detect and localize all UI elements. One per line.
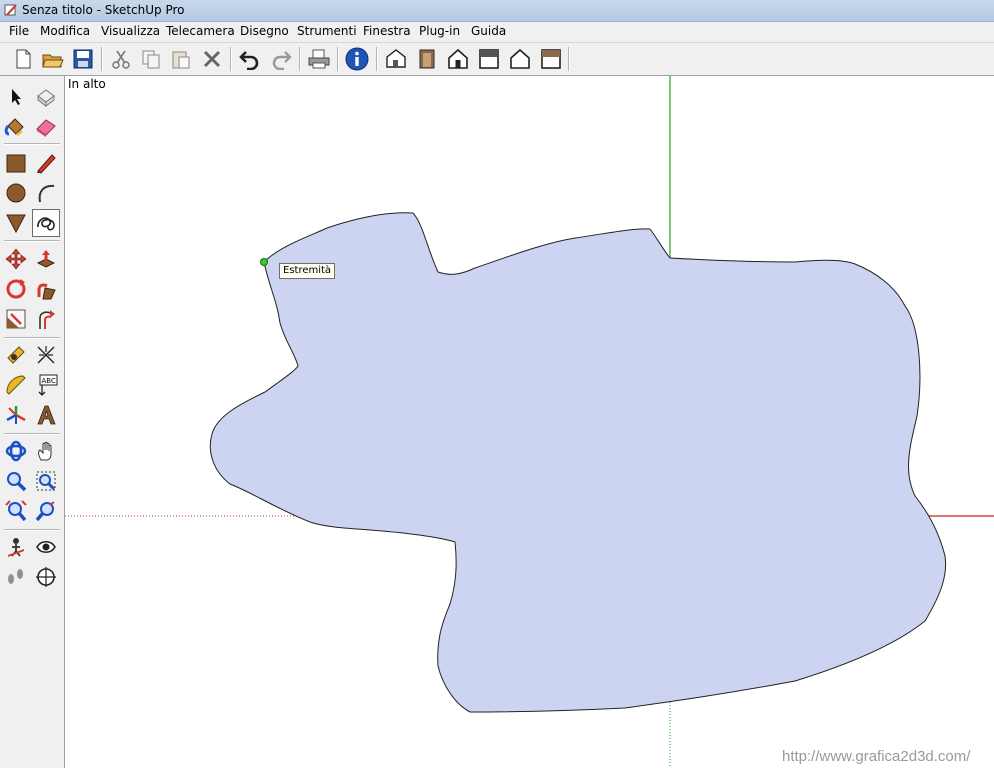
scene-canvas (65, 76, 994, 768)
erase-x-icon[interactable] (199, 46, 225, 72)
title-bar: Senza titolo - SketchUp Pro (0, 0, 994, 22)
rotate-icon[interactable] (2, 275, 30, 303)
look-around-icon[interactable] (32, 533, 60, 561)
section-plane-icon[interactable] (32, 563, 60, 591)
freehand-icon[interactable] (32, 209, 60, 237)
follow-me-icon[interactable] (32, 275, 60, 303)
pencil-line-icon[interactable] (32, 149, 60, 177)
drawing-viewport[interactable]: In alto Estremità http://www.grafica2d3d… (65, 76, 994, 768)
toolbar-separator (568, 47, 570, 71)
sketchup-app-icon (4, 4, 17, 16)
make-component-icon[interactable] (32, 83, 60, 111)
eraser-icon[interactable] (32, 113, 60, 141)
dimension-icon[interactable] (32, 341, 60, 369)
orbit-icon[interactable] (2, 437, 30, 465)
copy-icon[interactable] (138, 46, 164, 72)
polygon-icon[interactable] (2, 209, 30, 237)
watermark: http://www.grafica2d3d.com/ (782, 748, 971, 765)
menu-telecamera[interactable]: Telecamera (165, 24, 236, 38)
axes-icon[interactable] (2, 401, 30, 429)
left-view-icon[interactable] (538, 46, 564, 72)
rectangle-icon[interactable] (2, 149, 30, 177)
print-icon[interactable] (306, 46, 332, 72)
top-house-view-icon[interactable] (445, 46, 471, 72)
endpoint-marker (260, 258, 268, 266)
toolbar-separator (101, 47, 103, 71)
tape-measure-icon[interactable] (2, 341, 30, 369)
freehand-face (209, 212, 947, 713)
position-camera-icon[interactable] (2, 533, 30, 561)
tool-palette: ABC (0, 76, 65, 768)
circle-icon[interactable] (2, 179, 30, 207)
palette-separator (4, 529, 60, 531)
zoom-extents-icon[interactable] (2, 497, 30, 525)
front-view-icon[interactable] (414, 46, 440, 72)
offset-icon[interactable] (32, 305, 60, 333)
select-arrow-icon[interactable] (2, 83, 30, 111)
toolbar-separator (337, 47, 339, 71)
cut-icon[interactable] (108, 46, 134, 72)
iso-view-icon[interactable] (383, 46, 409, 72)
toolbar-separator (376, 47, 378, 71)
zoom-icon[interactable] (2, 467, 30, 495)
right-view-icon[interactable] (476, 46, 502, 72)
menu-finestra[interactable]: Finestra (362, 24, 412, 38)
menu-plugin[interactable]: Plug-in (418, 24, 461, 38)
window-title: Senza titolo - SketchUp Pro (22, 3, 185, 17)
toolbar-separator (299, 47, 301, 71)
menu-modifica[interactable]: Modifica (39, 24, 91, 38)
move-icon[interactable] (2, 245, 30, 273)
menu-file[interactable]: File (8, 24, 30, 38)
menu-strumenti[interactable]: Strumenti (296, 24, 358, 38)
scale-icon[interactable] (2, 305, 30, 333)
menu-guida[interactable]: Guida (470, 24, 507, 38)
previous-view-icon[interactable] (32, 497, 60, 525)
menu-visualizza[interactable]: Visualizza (100, 24, 161, 38)
undo-icon[interactable] (237, 46, 263, 72)
pan-hand-icon[interactable] (32, 437, 60, 465)
protractor-icon[interactable] (2, 371, 30, 399)
open-folder-icon[interactable] (40, 46, 66, 72)
arc-icon[interactable] (32, 179, 60, 207)
menu-bar: File Modifica Visualizza Telecamera Dise… (0, 22, 994, 43)
3d-text-icon[interactable] (32, 401, 60, 429)
palette-separator (4, 240, 60, 242)
paste-icon[interactable] (168, 46, 194, 72)
paint-bucket-icon[interactable] (2, 113, 30, 141)
new-file-icon[interactable] (10, 46, 36, 72)
toolbar-separator (230, 47, 232, 71)
palette-separator (4, 433, 60, 435)
model-info-icon[interactable] (344, 46, 370, 72)
back-view-icon[interactable] (507, 46, 533, 72)
menu-disegno[interactable]: Disegno (239, 24, 290, 38)
palette-separator (4, 143, 60, 145)
main-toolbar (0, 43, 994, 76)
redo-icon[interactable] (268, 46, 294, 72)
view-label: In alto (68, 77, 106, 91)
walk-icon[interactable] (2, 563, 30, 591)
inference-tooltip: Estremità (279, 263, 336, 279)
palette-separator (4, 337, 60, 339)
text-label-glyph: ABC (42, 377, 56, 385)
zoom-window-icon[interactable] (32, 467, 60, 495)
save-icon[interactable] (70, 46, 96, 72)
push-pull-icon[interactable] (32, 245, 60, 273)
text-label-icon[interactable]: ABC (32, 371, 60, 399)
